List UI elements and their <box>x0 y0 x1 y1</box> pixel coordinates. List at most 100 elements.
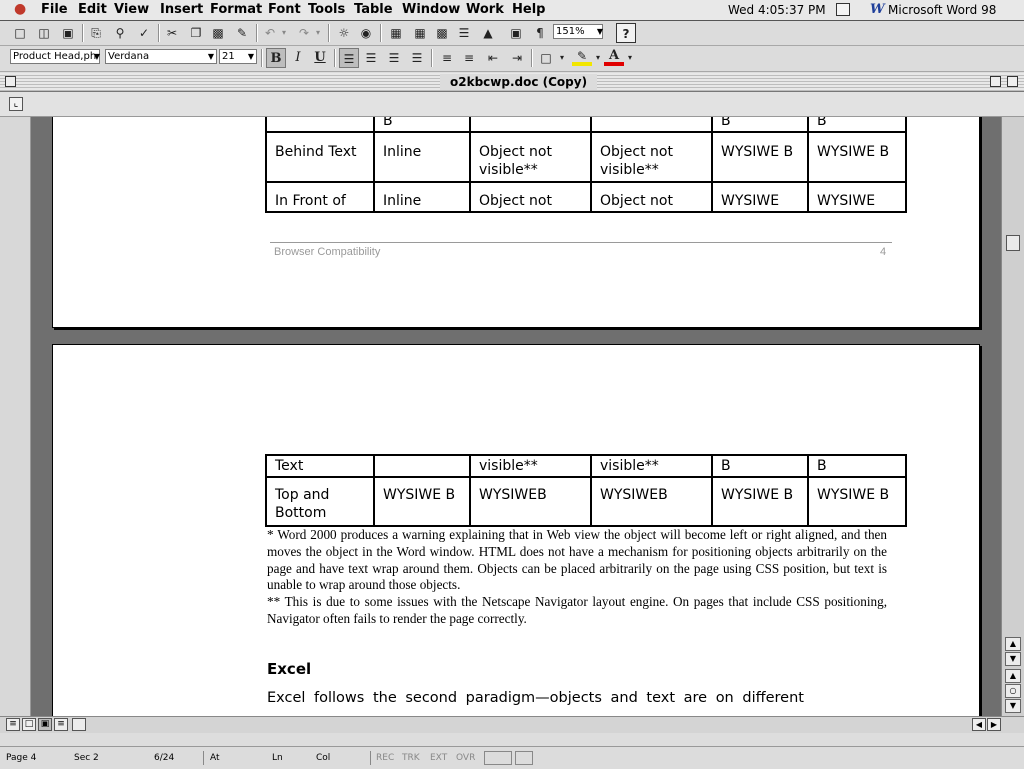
font-color-button[interactable]: A <box>604 48 624 66</box>
table-cell: B <box>807 454 907 478</box>
table-cell: WYSIWEB <box>469 476 592 527</box>
italic-button[interactable]: I <box>288 48 308 68</box>
table-cell: Object not <box>469 181 592 213</box>
scroll-left-arrow-icon[interactable]: ◀ <box>972 718 986 731</box>
outline-view-icon[interactable]: ≡ <box>54 718 68 731</box>
status-record-macro[interactable]: REC <box>376 753 394 763</box>
status-background-save-indicator <box>515 751 533 765</box>
undo-icon[interactable]: ↶ <box>260 23 280 43</box>
zoom-box-icon[interactable] <box>990 76 1001 87</box>
vertical-scroll-thumb[interactable] <box>1006 235 1020 251</box>
highlight-dropdown-chevron-icon[interactable]: ▾ <box>592 48 604 68</box>
table-cell: WYSIWEB <box>590 476 713 527</box>
font-field[interactable]: Verdana <box>105 49 217 64</box>
columns-icon[interactable]: ☰ <box>454 23 474 43</box>
show-hide-pilcrow-icon[interactable]: ¶ <box>530 23 550 43</box>
standard-toolbar: □ ◫ ▣ ⎘ ⚲ ✓ ✂ ❐ ▩ ✎ ↶ ▾ ↷ ▾ ☼ ◉ ▦ ▦ ▩ ☰ … <box>0 21 1024 46</box>
copy-icon[interactable]: ❐ <box>186 23 206 43</box>
word-app-icon: W <box>870 2 885 17</box>
borders-icon[interactable]: □ <box>536 48 556 68</box>
menu-insert[interactable]: Insert <box>160 2 203 17</box>
align-right-icon[interactable]: ☰ <box>384 48 404 68</box>
status-track-changes[interactable]: TRK <box>402 753 420 763</box>
next-page-icon[interactable]: ▼ <box>1005 699 1021 713</box>
menu-help[interactable]: Help <box>512 2 545 17</box>
increase-indent-icon[interactable]: ⇥ <box>507 48 527 68</box>
insert-excel-worksheet-icon[interactable]: ▩ <box>432 23 452 43</box>
menu-table[interactable]: Table <box>354 2 393 17</box>
font-size-dropdown-chevron-icon[interactable]: ▼ <box>245 49 257 64</box>
justify-icon[interactable]: ☰ <box>407 48 427 68</box>
horizontal-scrollbar[interactable]: ≡ □ ▣ ≡ ◀ ▶ <box>0 716 1024 733</box>
apple-menu-icon[interactable]: ● <box>14 1 26 17</box>
save-disk-icon[interactable]: ▣ <box>58 23 78 43</box>
zoom-dropdown-chevron-icon[interactable]: ▼ <box>594 24 606 39</box>
borders-dropdown-chevron-icon[interactable]: ▾ <box>556 48 568 68</box>
web-toolbar-globe-icon[interactable]: ◉ <box>356 23 376 43</box>
application-switcher-icon[interactable] <box>836 3 850 16</box>
scroll-up-arrow-icon[interactable]: ▲ <box>1005 637 1021 651</box>
font-dropdown-chevron-icon[interactable]: ▼ <box>205 49 217 64</box>
cut-scissors-icon[interactable]: ✂ <box>162 23 182 43</box>
online-layout-view-icon[interactable]: □ <box>22 718 36 731</box>
open-folder-icon[interactable]: ◫ <box>34 23 54 43</box>
status-page: Page 4 <box>6 753 37 763</box>
previous-page-icon[interactable]: ▲ <box>1005 669 1021 683</box>
align-left-icon[interactable]: ☰ <box>339 48 359 68</box>
print-icon[interactable]: ⎘ <box>86 23 106 43</box>
document-window-title-bar[interactable]: o2kbcwp.doc (Copy) <box>0 73 1024 92</box>
insert-table-icon[interactable]: ▦ <box>410 23 430 43</box>
toolbar-separator <box>82 24 84 42</box>
vertical-scrollbar[interactable]: ▲ ▼ ▲ ○ ▼ <box>1001 117 1024 716</box>
bold-button[interactable]: B <box>266 48 286 68</box>
application-menu-label[interactable]: Microsoft Word 98 <box>888 3 996 17</box>
tab-stop-selector-icon[interactable]: ⌞ <box>9 97 23 111</box>
redo-dropdown-chevron-icon[interactable]: ▾ <box>312 23 324 43</box>
print-preview-icon[interactable]: ⚲ <box>110 23 130 43</box>
menu-work[interactable]: Work <box>466 2 504 17</box>
drawing-icon[interactable]: ▲ <box>478 23 498 43</box>
menu-format[interactable]: Format <box>210 2 262 17</box>
new-document-icon[interactable]: □ <box>10 23 30 43</box>
menu-window[interactable]: Window <box>402 2 460 17</box>
close-box-icon[interactable] <box>5 76 16 87</box>
document-map-icon[interactable]: ▣ <box>506 23 526 43</box>
paste-clipboard-icon[interactable]: ▩ <box>208 23 228 43</box>
style-field[interactable]: Product Head,ph <box>10 49 100 64</box>
status-overtype[interactable]: OVR <box>456 753 475 763</box>
numbering-list-icon[interactable]: ≡ <box>437 48 457 68</box>
format-painter-icon[interactable]: ✎ <box>232 23 252 43</box>
style-dropdown-chevron-icon[interactable]: ▼ <box>91 49 103 64</box>
align-center-icon[interactable]: ☰ <box>361 48 381 68</box>
insert-hyperlink-globe-icon[interactable]: ☼ <box>334 23 354 43</box>
highlight-pen-icon[interactable]: ✎ <box>572 48 592 66</box>
page-layout-view-icon[interactable]: ▣ <box>38 718 52 731</box>
table-cell <box>469 117 592 133</box>
menu-file[interactable]: File <box>41 2 68 17</box>
underline-button[interactable]: U <box>310 48 330 68</box>
scroll-down-arrow-icon[interactable]: ▼ <box>1005 652 1021 666</box>
font-color-dropdown-chevron-icon[interactable]: ▾ <box>624 48 636 68</box>
undo-dropdown-chevron-icon[interactable]: ▾ <box>278 23 290 43</box>
bullets-list-icon[interactable]: ≡ <box>459 48 479 68</box>
menu-view[interactable]: View <box>114 2 149 17</box>
tables-and-borders-icon[interactable]: ▦ <box>386 23 406 43</box>
select-browse-object-icon[interactable]: ○ <box>1005 684 1021 698</box>
office-assistant-help-icon[interactable]: ? <box>616 23 636 43</box>
menu-tools[interactable]: Tools <box>308 2 345 17</box>
status-extend-selection[interactable]: EXT <box>430 753 447 763</box>
decrease-indent-icon[interactable]: ⇤ <box>483 48 503 68</box>
spelling-check-icon[interactable]: ✓ <box>134 23 154 43</box>
menubar-clock[interactable]: Wed 4:05:37 PM <box>728 3 826 17</box>
normal-view-icon[interactable]: ≡ <box>6 718 20 731</box>
table-cell: WYSIWE <box>711 181 809 213</box>
collapse-box-icon[interactable] <box>1007 76 1018 87</box>
horizontal-scroll-thumb[interactable] <box>72 718 86 731</box>
redo-icon[interactable]: ↷ <box>294 23 314 43</box>
menu-font[interactable]: Font <box>268 2 301 17</box>
status-spelling-indicator[interactable] <box>484 751 512 765</box>
table-cell: Object not visible** <box>590 131 713 183</box>
scroll-right-arrow-icon[interactable]: ▶ <box>987 718 1001 731</box>
document-page-area[interactable]: B B B Behind Text Inline Object not visi… <box>0 117 1001 716</box>
menu-edit[interactable]: Edit <box>78 2 107 17</box>
